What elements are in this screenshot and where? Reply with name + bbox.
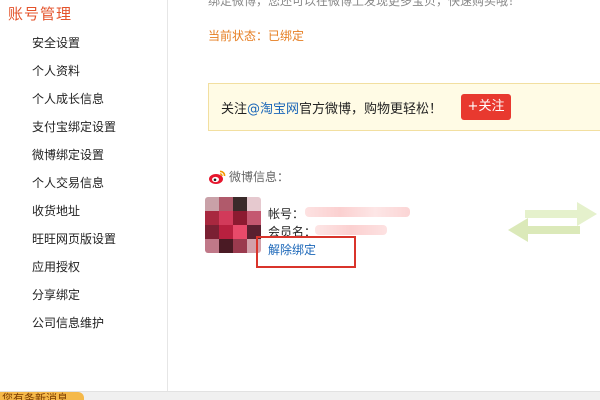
- sidebar-item-share[interactable]: 分享绑定: [32, 286, 116, 314]
- member-value-redacted: [315, 225, 387, 235]
- follow-button[interactable]: +关注: [461, 94, 511, 120]
- sidebar-item-alipay[interactable]: 支付宝绑定设置: [32, 118, 116, 146]
- sidebar-item-address[interactable]: 收货地址: [32, 202, 116, 230]
- new-message-badge[interactable]: 您有条新消息: [0, 392, 84, 400]
- follow-banner: 关注@淘宝网官方微博，购物更轻松！ +关注: [208, 83, 600, 131]
- sidebar-item-security[interactable]: 安全设置: [32, 34, 116, 62]
- bind-description: 绑定微博，您还可以在微博上发现更多宝贝，快速购买哦！: [208, 0, 521, 8]
- sidebar-item-weibo[interactable]: 微博绑定设置: [32, 146, 116, 174]
- follow-suffix: 官方微博，购物更轻松！: [299, 102, 443, 117]
- account-label: 帐号：: [268, 207, 305, 221]
- bottom-bar: [0, 391, 600, 400]
- weibo-icon: [209, 170, 226, 184]
- account-value-redacted: [305, 207, 410, 217]
- follow-text: 关注@淘宝网官方微博，购物更轻松！: [221, 98, 442, 117]
- sidebar: 账号管理 安全设置 个人资料 个人成长信息 支付宝绑定设置 微博绑定设置 个人交…: [0, 0, 168, 400]
- avatar: [205, 197, 261, 253]
- highlight-box: [256, 236, 356, 268]
- taobao-weibo-link[interactable]: @淘宝网: [247, 102, 299, 117]
- sidebar-item-app-auth[interactable]: 应用授权: [32, 258, 116, 286]
- weibo-info-heading: 微博信息：: [208, 168, 289, 185]
- weibo-info-title: 微博信息：: [229, 170, 290, 184]
- sidebar-title: 账号管理: [8, 5, 73, 23]
- sidebar-item-growth[interactable]: 个人成长信息: [32, 90, 116, 118]
- bind-status: 当前状态：已绑定: [208, 29, 305, 43]
- sync-arrows-icon: [508, 202, 597, 242]
- sidebar-item-trade[interactable]: 个人交易信息: [32, 174, 116, 202]
- sidebar-list: 安全设置 个人资料 个人成长信息 支付宝绑定设置 微博绑定设置 个人交易信息 收…: [32, 34, 116, 342]
- sidebar-item-profile[interactable]: 个人资料: [32, 62, 116, 90]
- sidebar-item-wangwang[interactable]: 旺旺网页版设置: [32, 230, 116, 258]
- sidebar-item-company[interactable]: 公司信息维护: [32, 314, 116, 342]
- follow-prefix: 关注: [221, 102, 248, 117]
